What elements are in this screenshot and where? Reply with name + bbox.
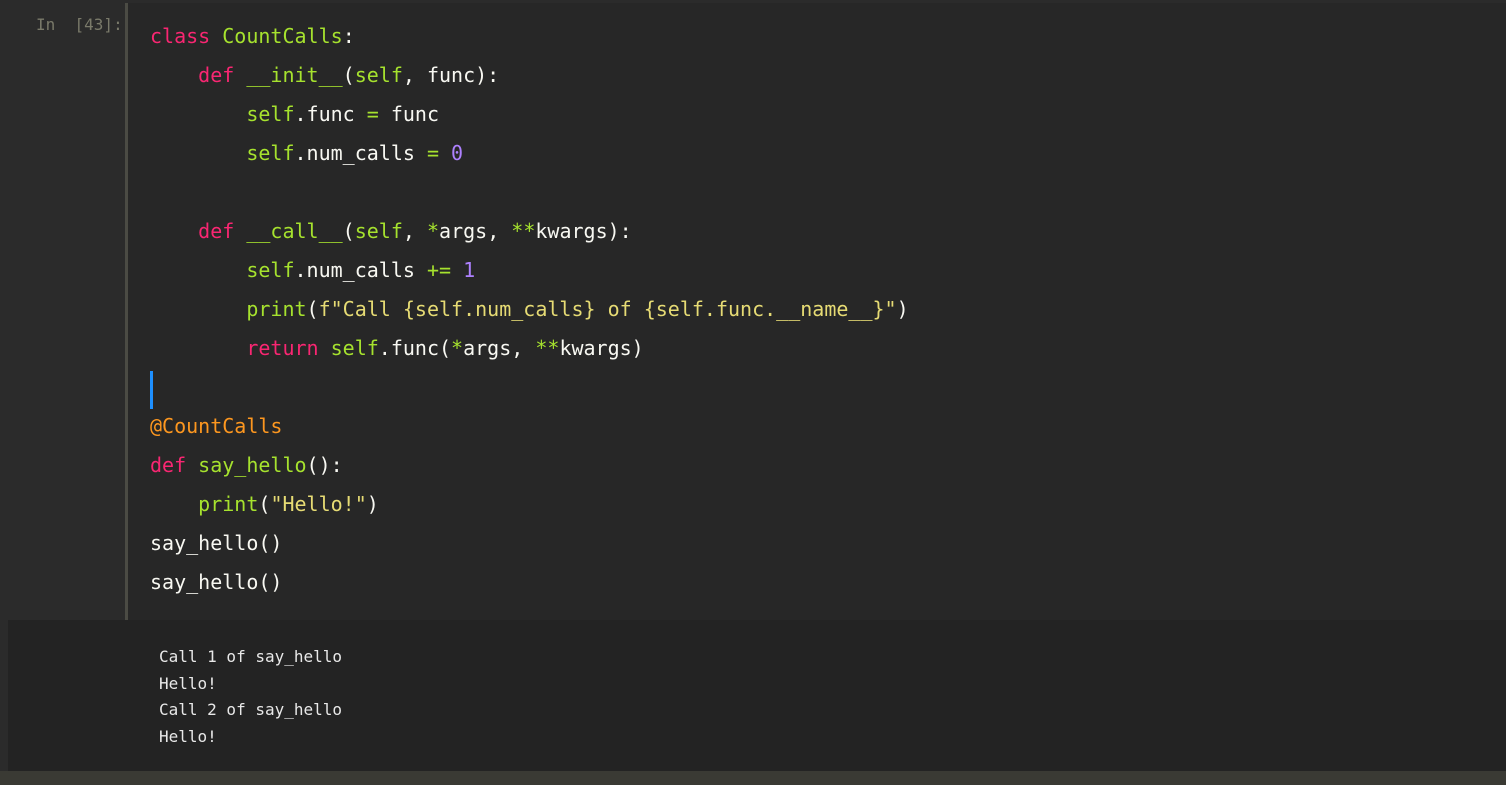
code-token: ) [366, 492, 379, 516]
code-token: .func( [378, 336, 452, 360]
code-line[interactable]: say_hello() [150, 563, 909, 602]
code-token: * [451, 336, 464, 360]
code-token: ** [535, 336, 560, 360]
code-token: self [354, 63, 403, 87]
code-token: say_hello() [150, 570, 283, 594]
code-token: += [426, 258, 452, 282]
code-line[interactable]: @CountCalls [150, 407, 909, 446]
code-token: class [150, 24, 211, 48]
code-line[interactable] [150, 368, 909, 407]
code-token: kwargs) [559, 336, 644, 360]
code-token: __call__ [246, 219, 343, 243]
code-line[interactable]: print("Hello!") [150, 485, 909, 524]
code-token: f"Call {self.num_calls} of {self.func.__… [318, 297, 897, 321]
code-token: say_hello [198, 453, 307, 477]
code-token: ) [896, 297, 909, 321]
code-token: self [354, 219, 403, 243]
code-token: args, [463, 336, 536, 360]
code-line[interactable]: print(f"Call {self.num_calls} of {self.f… [150, 290, 909, 329]
code-token: args, [439, 219, 512, 243]
code-token: = [366, 102, 379, 126]
output-area: Call 1 of say_hello Hello! Call 2 of say_h… [8, 620, 1506, 771]
code-token: (): [306, 453, 343, 477]
code-line[interactable]: def __call__(self, *args, **kwargs): [150, 212, 909, 251]
code-token: .func [294, 102, 367, 126]
code-token: self [246, 102, 295, 126]
input-prompt: In [43]: [36, 15, 123, 34]
code-line[interactable] [150, 173, 909, 212]
code-token: ( [258, 492, 271, 516]
code-line[interactable]: def __init__(self, func): [150, 56, 909, 95]
code-token: .num_calls [294, 258, 427, 282]
code-token: : [342, 24, 355, 48]
code-token: return [246, 336, 319, 360]
code-token: .num_calls [294, 141, 427, 165]
code-token: , [402, 219, 427, 243]
code-token: def [198, 219, 235, 243]
code-line[interactable]: def say_hello(): [150, 446, 909, 485]
code-token: kwargs): [535, 219, 632, 243]
output-line: Call 1 of say_hello [159, 647, 343, 666]
code-token: "Hello!" [270, 492, 367, 516]
code-token: def [198, 63, 235, 87]
code-token: @CountCalls [150, 414, 283, 438]
code-line[interactable]: self.func = func [150, 95, 909, 134]
code-token: ** [511, 219, 536, 243]
output-line: Call 2 of say_hello [159, 700, 343, 719]
code-token: say_hello() [150, 531, 283, 555]
code-token: CountCalls [222, 24, 343, 48]
code-content[interactable]: class CountCalls: def __init__(self, fun… [150, 17, 909, 602]
code-editor[interactable]: class CountCalls: def __init__(self, fun… [125, 3, 1506, 620]
code-token: ( [342, 63, 355, 87]
output-text: Call 1 of say_hello Hello! Call 2 of say_h… [159, 644, 342, 750]
code-line[interactable]: return self.func(*args, **kwargs) [150, 329, 909, 368]
code-token: self [246, 258, 295, 282]
code-token: ( [342, 219, 355, 243]
notebook: In [43]: class CountCalls: def __init__(… [0, 0, 1506, 771]
code-token: 0 [451, 141, 464, 165]
code-token: = [426, 141, 439, 165]
code-token: func [378, 102, 440, 126]
code-token: def [150, 453, 187, 477]
code-token: __init__ [246, 63, 343, 87]
code-cell[interactable]: In [43]: class CountCalls: def __init__(… [8, 3, 1506, 620]
output-line: Hello! [159, 673, 217, 693]
code-token: * [426, 219, 440, 243]
code-token: ( [306, 297, 319, 321]
code-token: print [246, 297, 307, 321]
output-line: Hello! [159, 726, 217, 746]
code-line[interactable]: class CountCalls: [150, 17, 909, 56]
code-token: print [198, 492, 259, 516]
code-token: 1 [463, 258, 476, 282]
code-line[interactable]: self.num_calls = 0 [150, 134, 909, 173]
code-token: self [330, 336, 379, 360]
text-cursor [150, 371, 153, 409]
code-line[interactable]: self.num_calls += 1 [150, 251, 909, 290]
code-line[interactable]: say_hello() [150, 524, 909, 563]
code-token: , func): [402, 63, 500, 87]
code-token: self [246, 141, 295, 165]
